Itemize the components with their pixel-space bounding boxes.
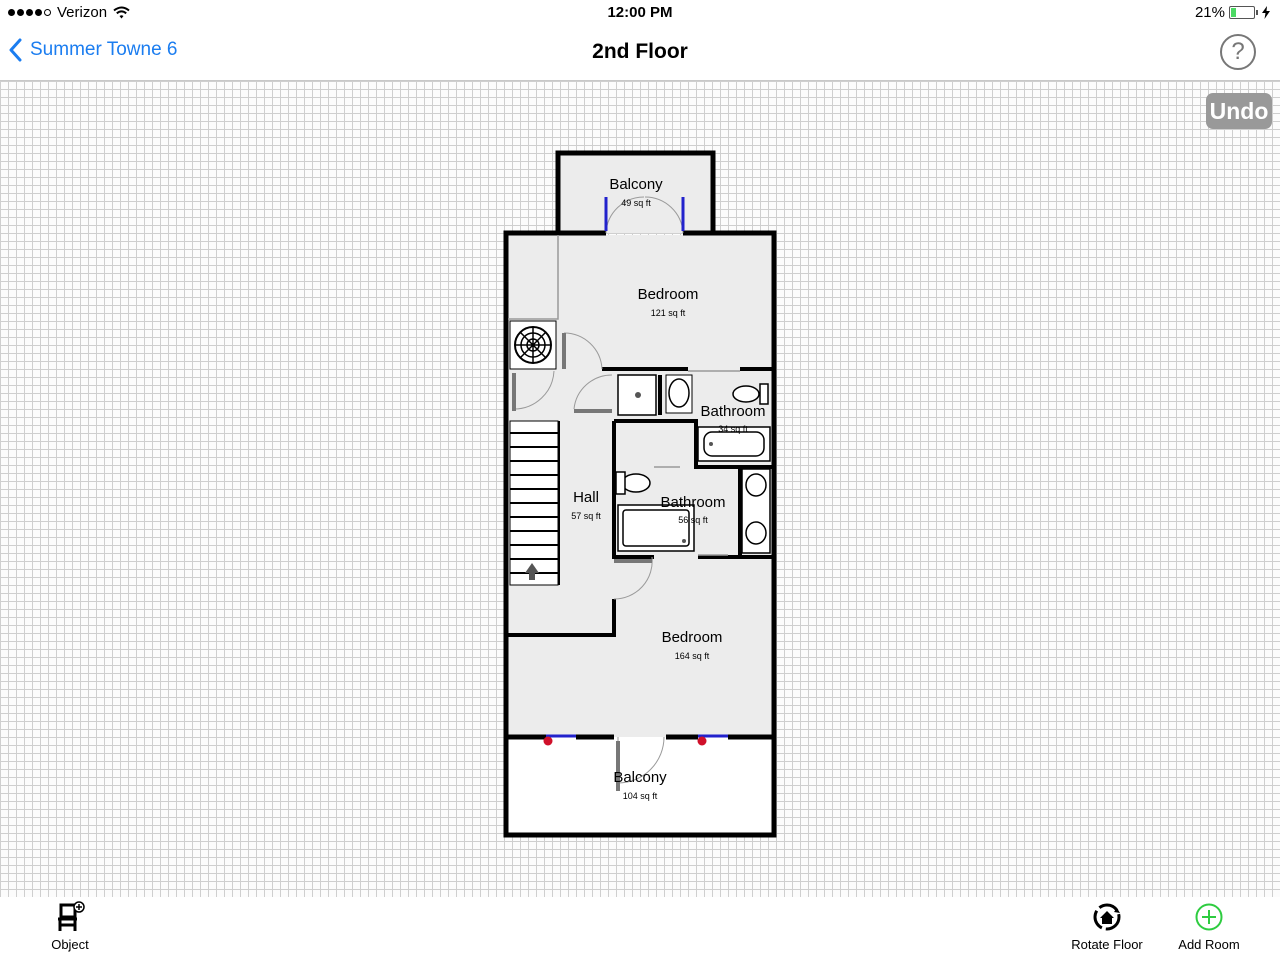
object-label: Object [51,937,89,952]
room-name: Balcony [609,176,663,193]
status-time: 12:00 PM [607,4,673,21]
shower-icon[interactable] [617,504,695,552]
room-area: 34 sq ft [718,424,748,434]
status-right: 21% [1195,4,1270,21]
toilet-icon[interactable] [732,383,769,405]
object-button[interactable]: Object [40,901,100,952]
sink-icon[interactable] [665,374,693,414]
bottom-toolbar: Object Rotate Floor Add Room [0,897,1280,960]
window-marker-icon [697,736,707,746]
floor-plan: Balcony 49 sq ft Bedroom 121 sq ft Bathr… [503,150,777,838]
battery-percent: 21% [1194,4,1225,21]
room-name: Bathroom [660,494,725,511]
help-button[interactable]: ? [1220,34,1256,70]
page-title: 2nd Floor [592,40,688,63]
room-area: 57 sq ft [571,511,601,521]
room-name: Bathroom [700,403,765,420]
floor-plan-canvas[interactable]: Balcony 49 sq ft Bedroom 121 sq ft Bathr… [0,80,1280,898]
rotate-floor-button[interactable]: Rotate Floor [1064,901,1150,952]
room-area: 56 sq ft [678,515,708,525]
add-furniture-icon [58,901,85,931]
battery-icon [1229,6,1255,19]
add-room-button[interactable]: Add Room [1172,901,1246,952]
room-area: 121 sq ft [651,308,686,318]
add-circle-icon [1195,903,1223,931]
window-marker-icon [543,736,553,746]
rotate-floor-label: Rotate Floor [1071,937,1143,952]
room-area: 164 sq ft [675,651,710,661]
rotate-floor-icon [1093,903,1121,931]
help-icon: ? [1231,38,1245,65]
room-name: Balcony [613,769,667,786]
room-area: 49 sq ft [621,198,651,208]
undo-button[interactable]: Undo [1206,93,1272,129]
room-name: Bedroom [662,629,723,646]
toilet-icon[interactable] [615,471,651,495]
room-name: Bedroom [638,286,699,303]
ceiling-fan-icon[interactable] [509,320,557,370]
room-area: 104 sq ft [623,791,658,801]
double-vanity-icon[interactable] [741,468,771,554]
navigation-bar: Summer Towne 6 2nd Floor ? [0,26,1280,80]
add-room-label: Add Room [1178,937,1240,952]
room-name: Hall [573,489,599,506]
stairs[interactable] [509,420,559,586]
status-bar: Verizon 12:00 PM 21% [0,0,1280,26]
room-balcony-top[interactable] [558,153,713,233]
charging-bolt-icon [1262,6,1270,19]
shower-icon[interactable] [617,374,657,416]
